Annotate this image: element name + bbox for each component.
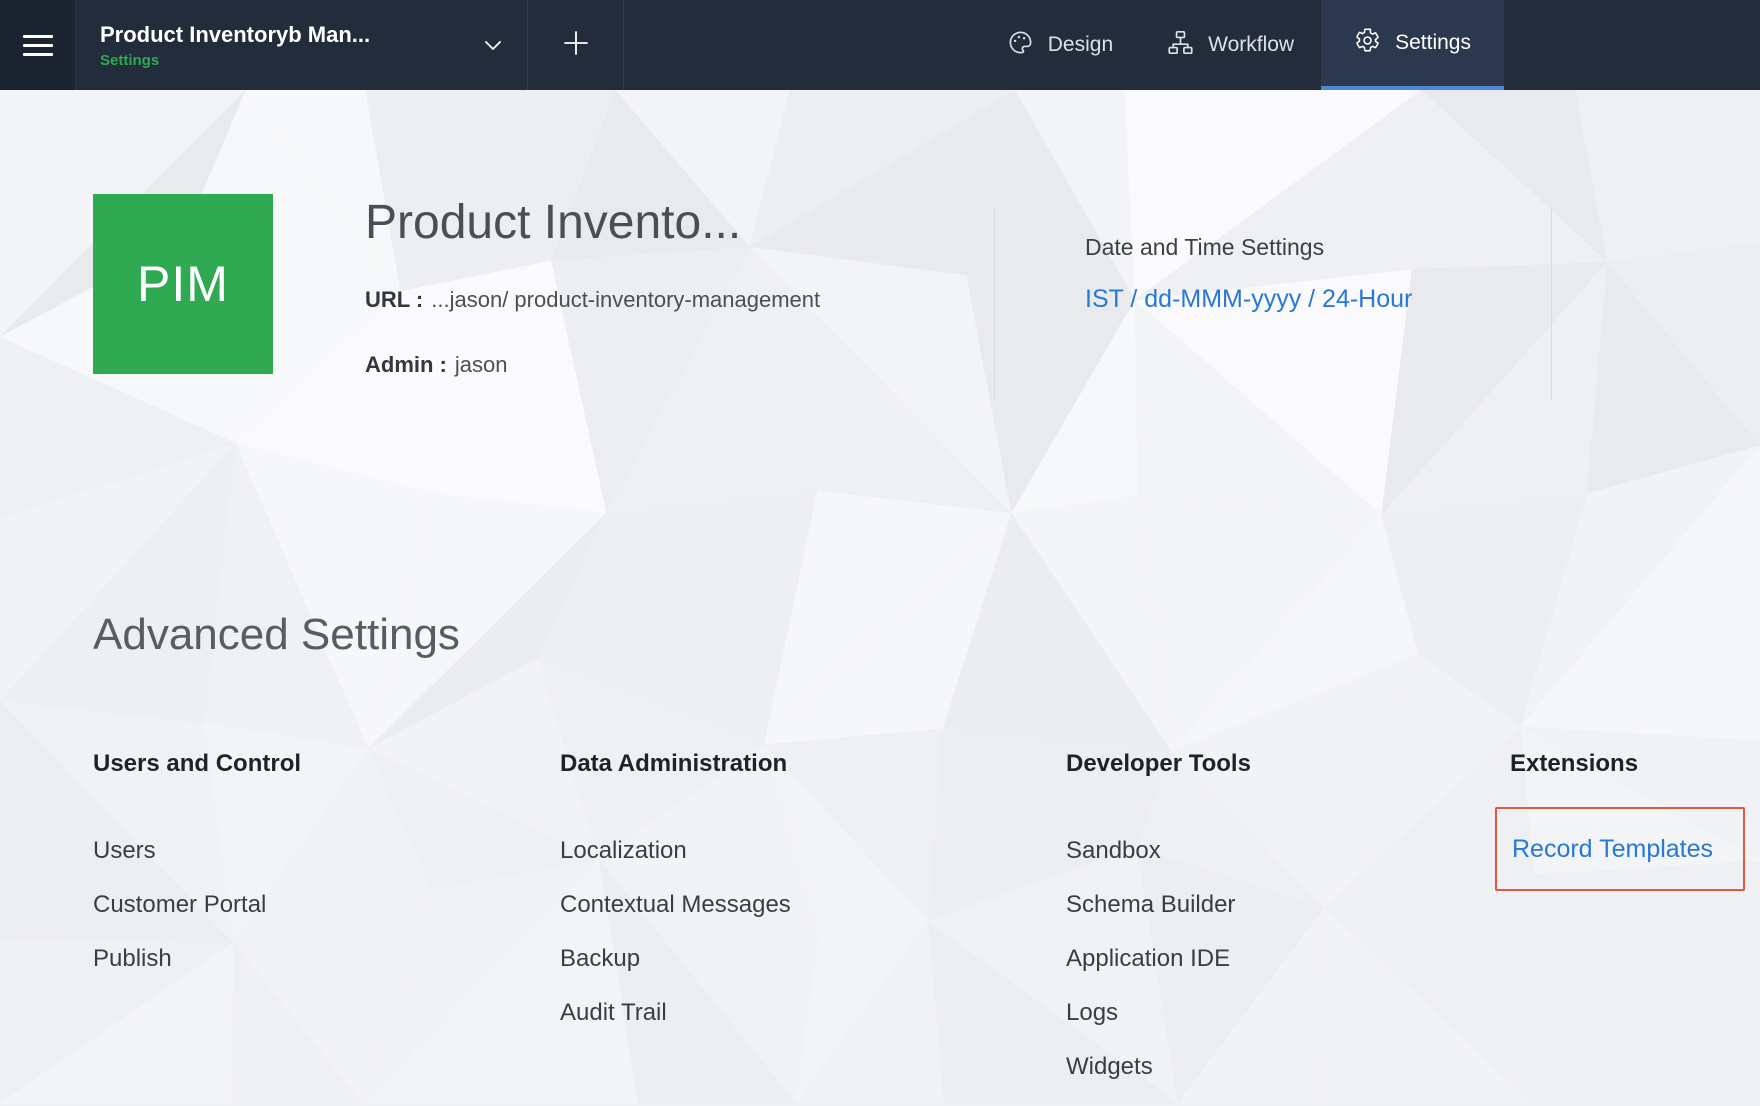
settings-link-logs[interactable]: Logs [1066,998,1118,1028]
settings-link-contextual-messages[interactable]: Contextual Messages [560,890,791,920]
settings-link-sandbox[interactable]: Sandbox [1066,836,1161,866]
workflow-icon [1167,29,1194,62]
new-app-button[interactable] [528,0,624,90]
app-logo: PIM [93,194,273,374]
datetime-heading: Date and Time Settings [1085,232,1412,262]
settings-link-customer-portal[interactable]: Customer Portal [93,890,266,920]
app-switcher-subtitle: Settings [100,52,370,69]
tab-workflow[interactable]: Workflow [1140,0,1321,90]
settings-link-record-templates[interactable]: Record Templates [1512,834,1713,864]
app-switcher-title: Product Inventoryb Man... [100,22,370,48]
datetime-settings-link[interactable]: IST / dd-MMM-yyyy / 24-Hour [1085,284,1412,314]
advanced-settings-heading: Advanced Settings [93,610,460,660]
chevron-down-icon [481,33,505,57]
section-divider [1551,209,1552,400]
column-title: Data Administration [560,749,791,779]
palette-icon [1007,29,1034,62]
tab-settings[interactable]: Settings [1321,0,1504,90]
admin-label: Admin : [365,352,447,377]
settings-link-localization[interactable]: Localization [560,836,687,866]
column-title: Users and Control [93,749,301,779]
tab-settings-label: Settings [1395,31,1471,55]
column-title: Developer Tools [1066,749,1251,779]
column-extensions: Extensions Record Templates [1495,749,1745,891]
settings-link-backup[interactable]: Backup [560,944,640,974]
hamburger-icon [23,35,53,38]
page-title: Product Invento... [365,194,965,252]
admin-value: jason [455,352,508,377]
settings-link-audit-trail[interactable]: Audit Trail [560,998,667,1028]
url-value: ...jason/ product-inventory-management [431,287,820,312]
url-label: URL : [365,287,423,312]
app-url-row: URL : ...jason/ product-inventory-managem… [365,286,965,314]
tab-design-label: Design [1048,33,1113,57]
settings-link-users[interactable]: Users [93,836,156,866]
settings-link-schema-builder[interactable]: Schema Builder [1066,890,1235,920]
app-details: Product Invento... URL : ...jason/ produc… [365,194,965,379]
top-bar: Product Inventoryb Man... Settings Desig… [0,0,1760,90]
settings-page: PIM Product Invento... URL : ...jason/ pr… [0,90,1760,1103]
datetime-settings: Date and Time Settings IST / dd-MMM-yyyy… [1085,232,1412,314]
record-templates-highlight-box: Record Templates [1495,807,1745,891]
settings-link-application-ide[interactable]: Application IDE [1066,944,1230,974]
settings-link-publish[interactable]: Publish [93,944,172,974]
app-admin-row: Admin : jason [365,351,965,379]
column-title: Extensions [1495,749,1745,779]
tab-design[interactable]: Design [980,0,1140,90]
plus-icon [561,28,591,63]
gear-icon [1354,27,1381,60]
app-switcher[interactable]: Product Inventoryb Man... Settings [76,0,528,90]
hamburger-menu-button[interactable] [0,0,76,90]
column-data-administration: Data Administration Localization Context… [560,749,791,1052]
settings-link-widgets[interactable]: Widgets [1066,1052,1153,1082]
tab-workflow-label: Workflow [1208,33,1294,57]
section-divider [994,209,995,400]
top-navigation: Design Workflow Settings [980,0,1504,90]
column-developer-tools: Developer Tools Sandbox Schema Builder A… [1066,749,1251,1106]
column-users-and-control: Users and Control Users Customer Portal … [93,749,301,998]
